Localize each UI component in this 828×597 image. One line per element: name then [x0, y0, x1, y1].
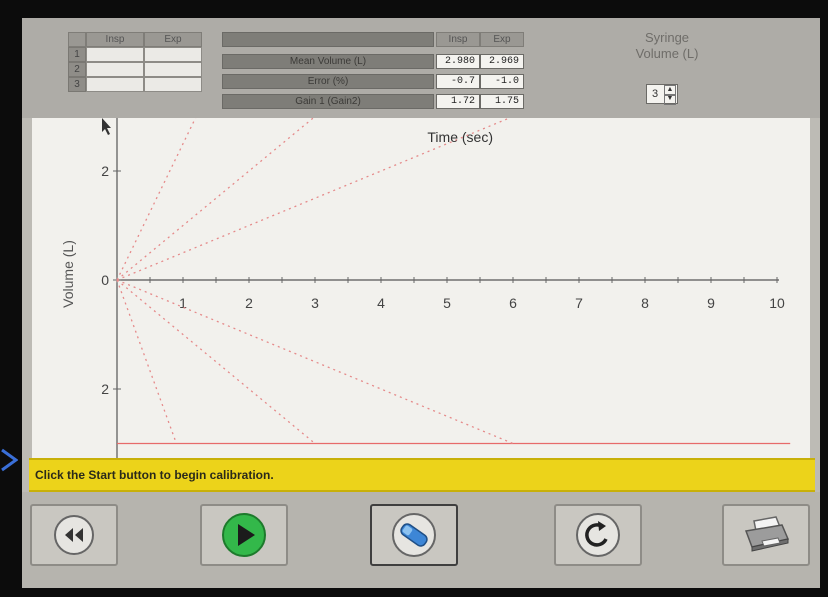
x-tick-label: 3 — [311, 295, 319, 311]
metric-value: 1.72 — [436, 94, 480, 109]
stepper-down-icon[interactable]: ▼ — [664, 94, 676, 105]
metric-label-mean-volume: Mean Volume (L) — [222, 54, 434, 69]
header-panel: Insp Exp 1 2 3 Insp Exp Mean Volume (L) … — [22, 18, 820, 118]
metrics-header-blank — [222, 32, 434, 47]
metric-value: 2.980 — [436, 54, 480, 69]
x-tick-label: 6 — [509, 295, 517, 311]
cursor-icon — [102, 118, 111, 135]
x-tick-label: 2 — [245, 295, 253, 311]
refresh-icon — [576, 513, 620, 557]
syringe-button[interactable] — [370, 504, 458, 566]
x-tick-label: 4 — [377, 295, 385, 311]
col-header-insp: Insp — [86, 32, 144, 47]
metric-value: 1.75 — [480, 94, 524, 109]
table-corner — [68, 32, 86, 47]
table-cell[interactable] — [144, 47, 202, 62]
table-cell[interactable] — [144, 62, 202, 77]
x-tick-label: 9 — [707, 295, 715, 311]
syringe-volume-label: Syringe Volume (L) — [612, 30, 722, 62]
syringe-label-line1: Syringe — [644, 30, 690, 45]
syringe-volume-value: 3 — [652, 88, 659, 100]
arrow-icon — [1, 448, 18, 472]
chart-svg: 4202412345678910Time (sec)Volume (L) — [60, 50, 791, 506]
metric-value: -1.0 — [480, 74, 524, 89]
calibration-screen: Insp Exp 1 2 3 Insp Exp Mean Volume (L) … — [22, 18, 820, 588]
x-tick-label: 1 — [179, 295, 187, 311]
x-axis-title: Time (sec) — [427, 129, 493, 145]
status-message: Click the Start button to begin calibrat… — [29, 458, 815, 492]
table-cell[interactable] — [86, 62, 144, 77]
start-button[interactable] — [200, 504, 288, 566]
col-header-exp: Exp — [144, 32, 202, 47]
play-icon — [222, 513, 266, 557]
row-number: 3 — [68, 77, 86, 92]
x-tick-label: 5 — [443, 295, 451, 311]
rewind-icon — [54, 515, 94, 555]
metrics-col-exp: Exp — [480, 32, 524, 47]
calibration-trace — [116, 279, 178, 444]
calibration-trace — [116, 116, 197, 281]
syringe-icon — [392, 513, 436, 557]
table-cell[interactable] — [86, 77, 144, 92]
y-axis-title: Volume (L) — [60, 240, 76, 308]
y-tick-label: 2 — [101, 163, 109, 179]
y-tick-label: 0 — [101, 272, 109, 288]
reset-button[interactable] — [554, 504, 642, 566]
rewind-button[interactable] — [30, 504, 118, 566]
row-number: 1 — [68, 47, 86, 62]
volume-time-chart: 4202412345678910Time (sec)Volume (L) — [32, 50, 810, 506]
calibration-trace — [116, 115, 316, 281]
syringe-label-line2: Volume (L) — [635, 46, 699, 61]
table-cell[interactable] — [86, 47, 144, 62]
metric-label-gain: Gain 1 (Gain2) — [222, 94, 434, 109]
x-tick-label: 10 — [769, 295, 785, 311]
metric-value: 2.969 — [480, 54, 524, 69]
table-cell[interactable] — [144, 77, 202, 92]
syringe-volume-stepper[interactable]: 3 ▲ ▼ — [646, 84, 678, 105]
calibration-trace — [116, 279, 316, 445]
print-button[interactable] — [722, 504, 810, 566]
y-tick-label: 2 — [101, 381, 109, 397]
x-tick-label: 7 — [575, 295, 583, 311]
metric-value: -0.7 — [436, 74, 480, 89]
printer-icon — [744, 516, 790, 552]
metrics-col-insp: Insp — [436, 32, 480, 47]
button-bar — [22, 492, 820, 588]
x-tick-label: 8 — [641, 295, 649, 311]
row-number: 2 — [68, 62, 86, 77]
metric-label-error: Error (%) — [222, 74, 434, 89]
